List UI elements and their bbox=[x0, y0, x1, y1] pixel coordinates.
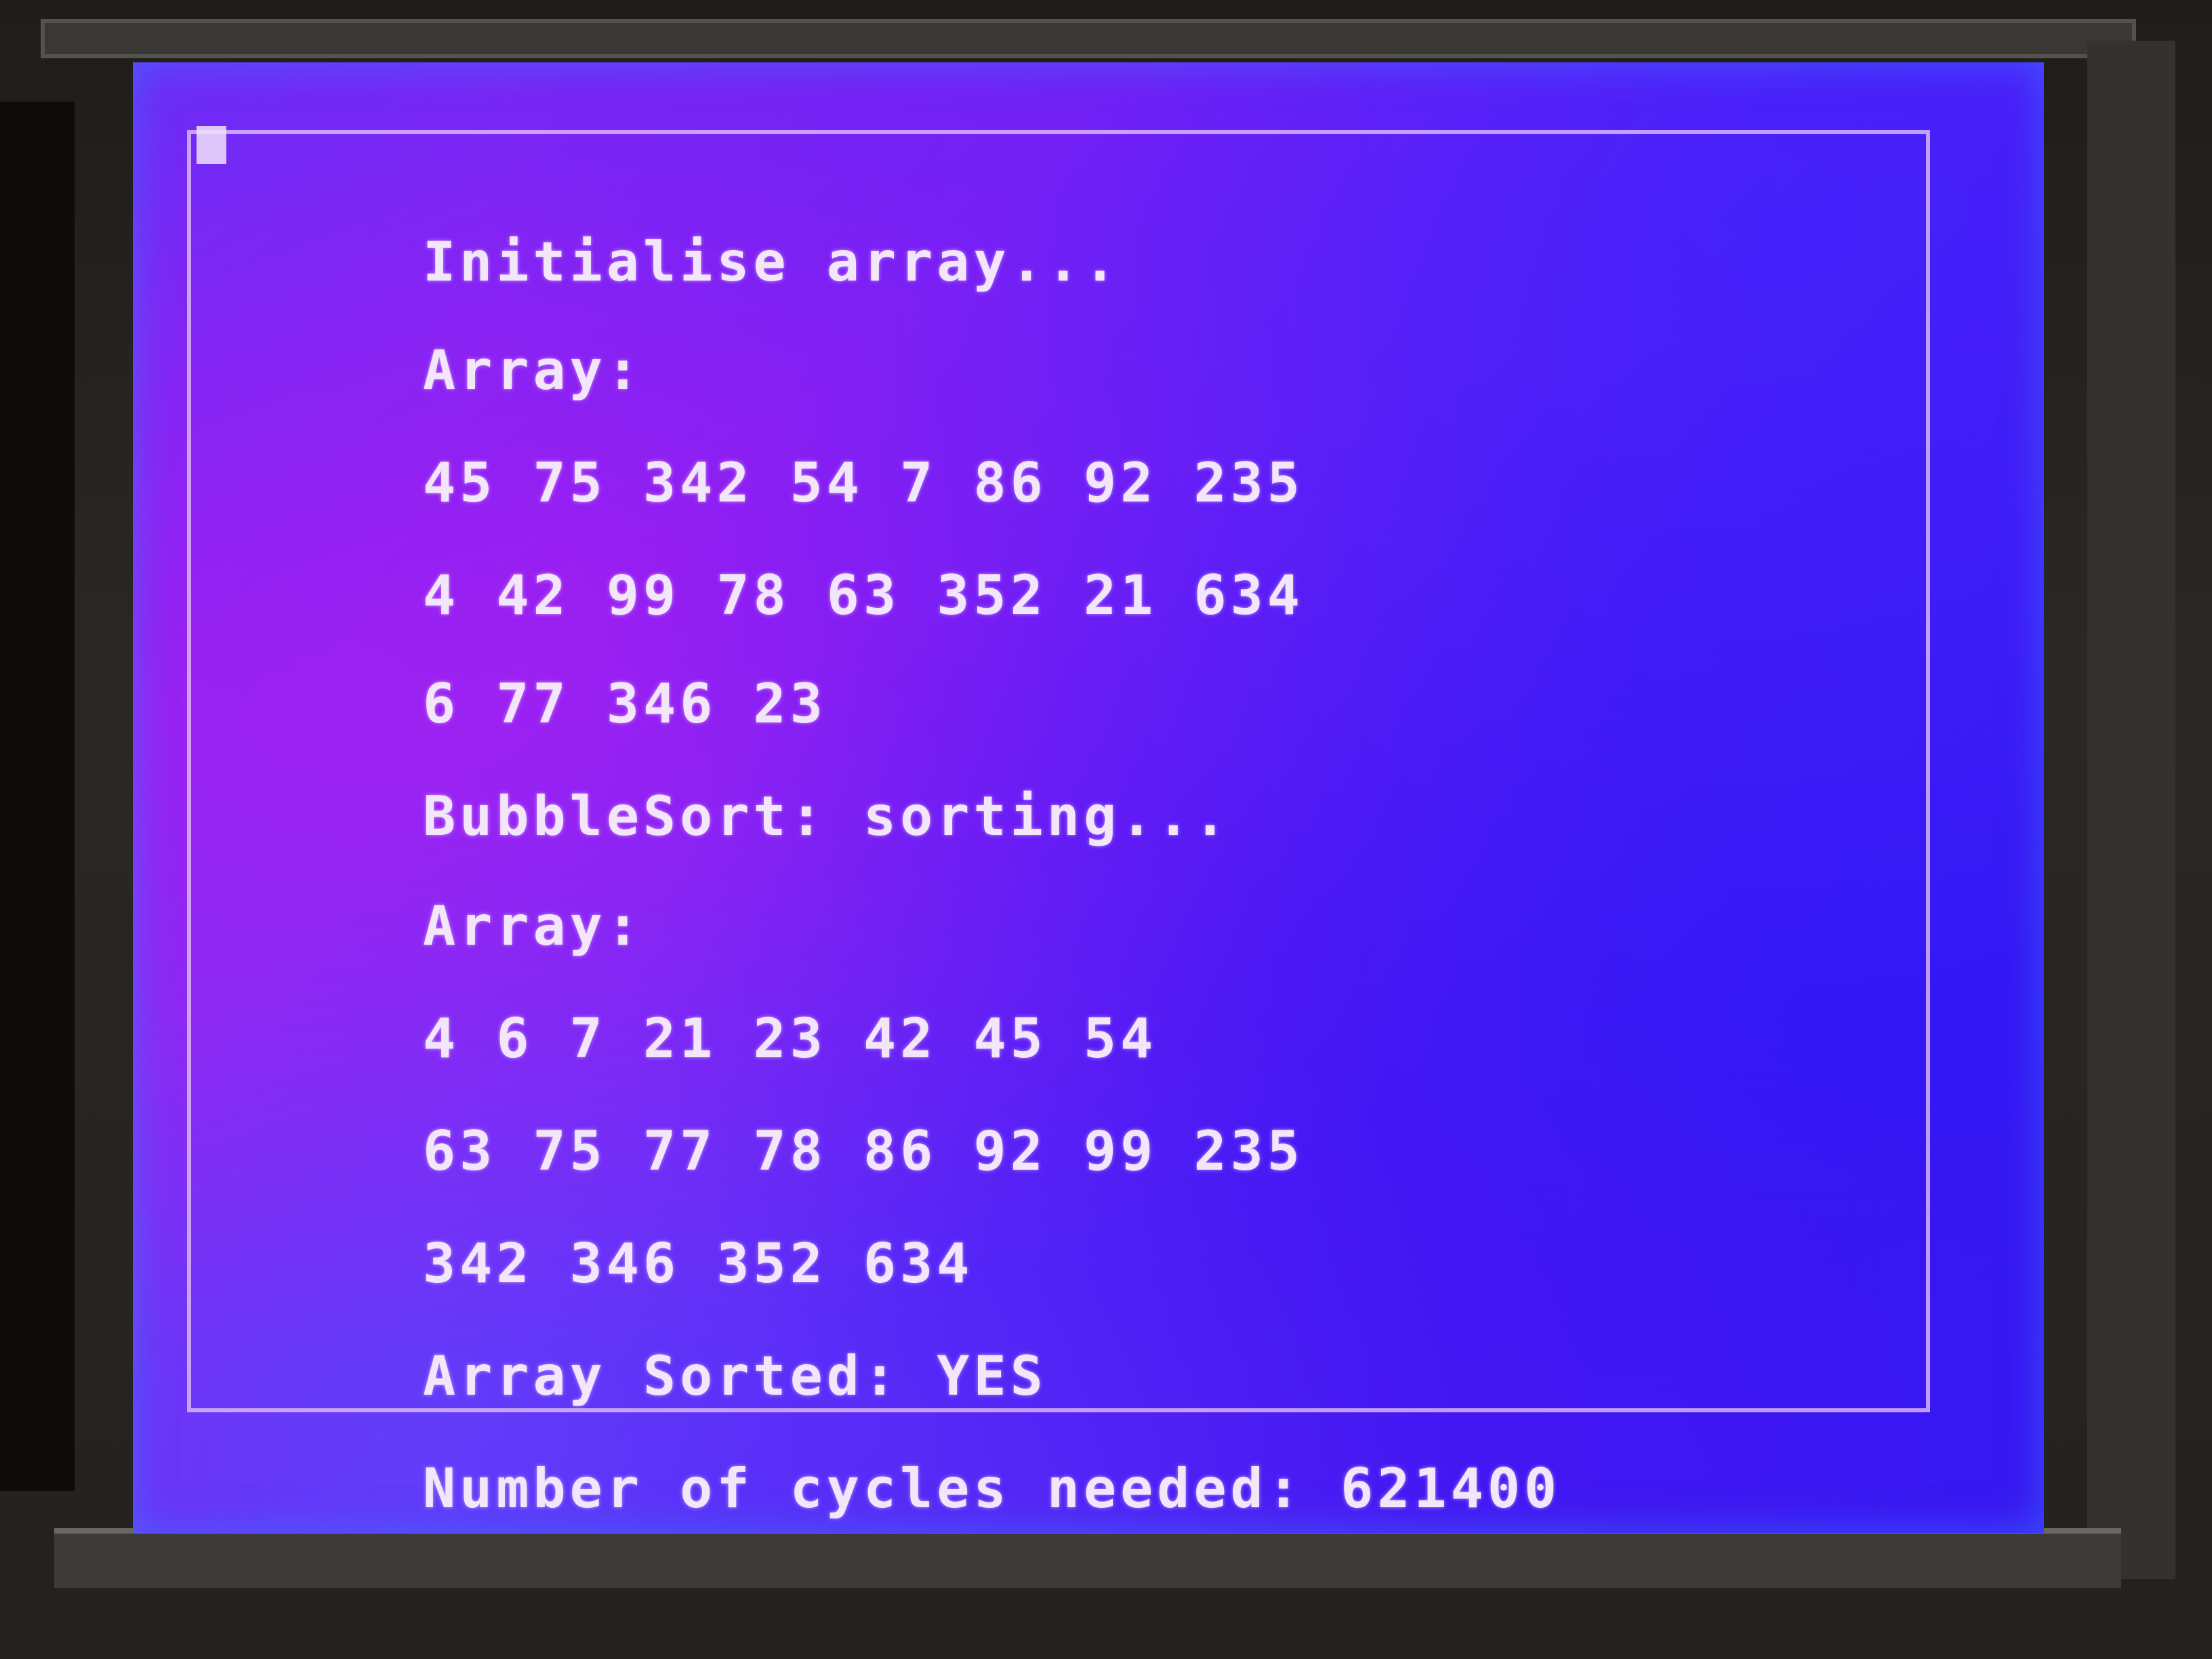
bezel-top-ridge bbox=[41, 19, 2136, 58]
console-line-array-label: Array: bbox=[423, 339, 643, 402]
bezel-bottom-edge bbox=[54, 1528, 2121, 1588]
bezel-right-edge bbox=[2087, 41, 2175, 1579]
console-line-unsorted-1: 45 75 342 54 7 86 92 235 bbox=[423, 451, 1304, 514]
console-line-sorted-3: 342 346 352 634 bbox=[423, 1232, 974, 1295]
console-line-sorting: BubbleSort: sorting... bbox=[423, 785, 1231, 848]
console-line-unsorted-3: 6 77 346 23 bbox=[423, 672, 827, 735]
console-line-unsorted-2: 4 42 99 78 63 352 21 634 bbox=[423, 564, 1304, 627]
console-line-init: Initialise array... bbox=[423, 230, 1121, 293]
lcd-screen: Initialise array... Array: 45 75 342 54 … bbox=[133, 62, 2044, 1533]
console-output: Initialise array... Array: 45 75 342 54 … bbox=[423, 130, 2097, 1520]
console-line-array-label-sorted: Array: bbox=[423, 895, 643, 958]
console-line-sorted-1: 4 6 7 21 23 42 45 54 bbox=[423, 1007, 1158, 1070]
bezel-left-edge bbox=[0, 102, 75, 1491]
device-bezel: Initialise array... Array: 45 75 342 54 … bbox=[0, 0, 2212, 1659]
text-cursor bbox=[197, 126, 226, 164]
console-line-sorted-status: Array Sorted: YES bbox=[423, 1345, 1047, 1408]
console-line-cycles: Number of cycles needed: 621400 bbox=[423, 1457, 1561, 1520]
console-line-sorted-2: 63 75 77 78 86 92 99 235 bbox=[423, 1120, 1304, 1183]
